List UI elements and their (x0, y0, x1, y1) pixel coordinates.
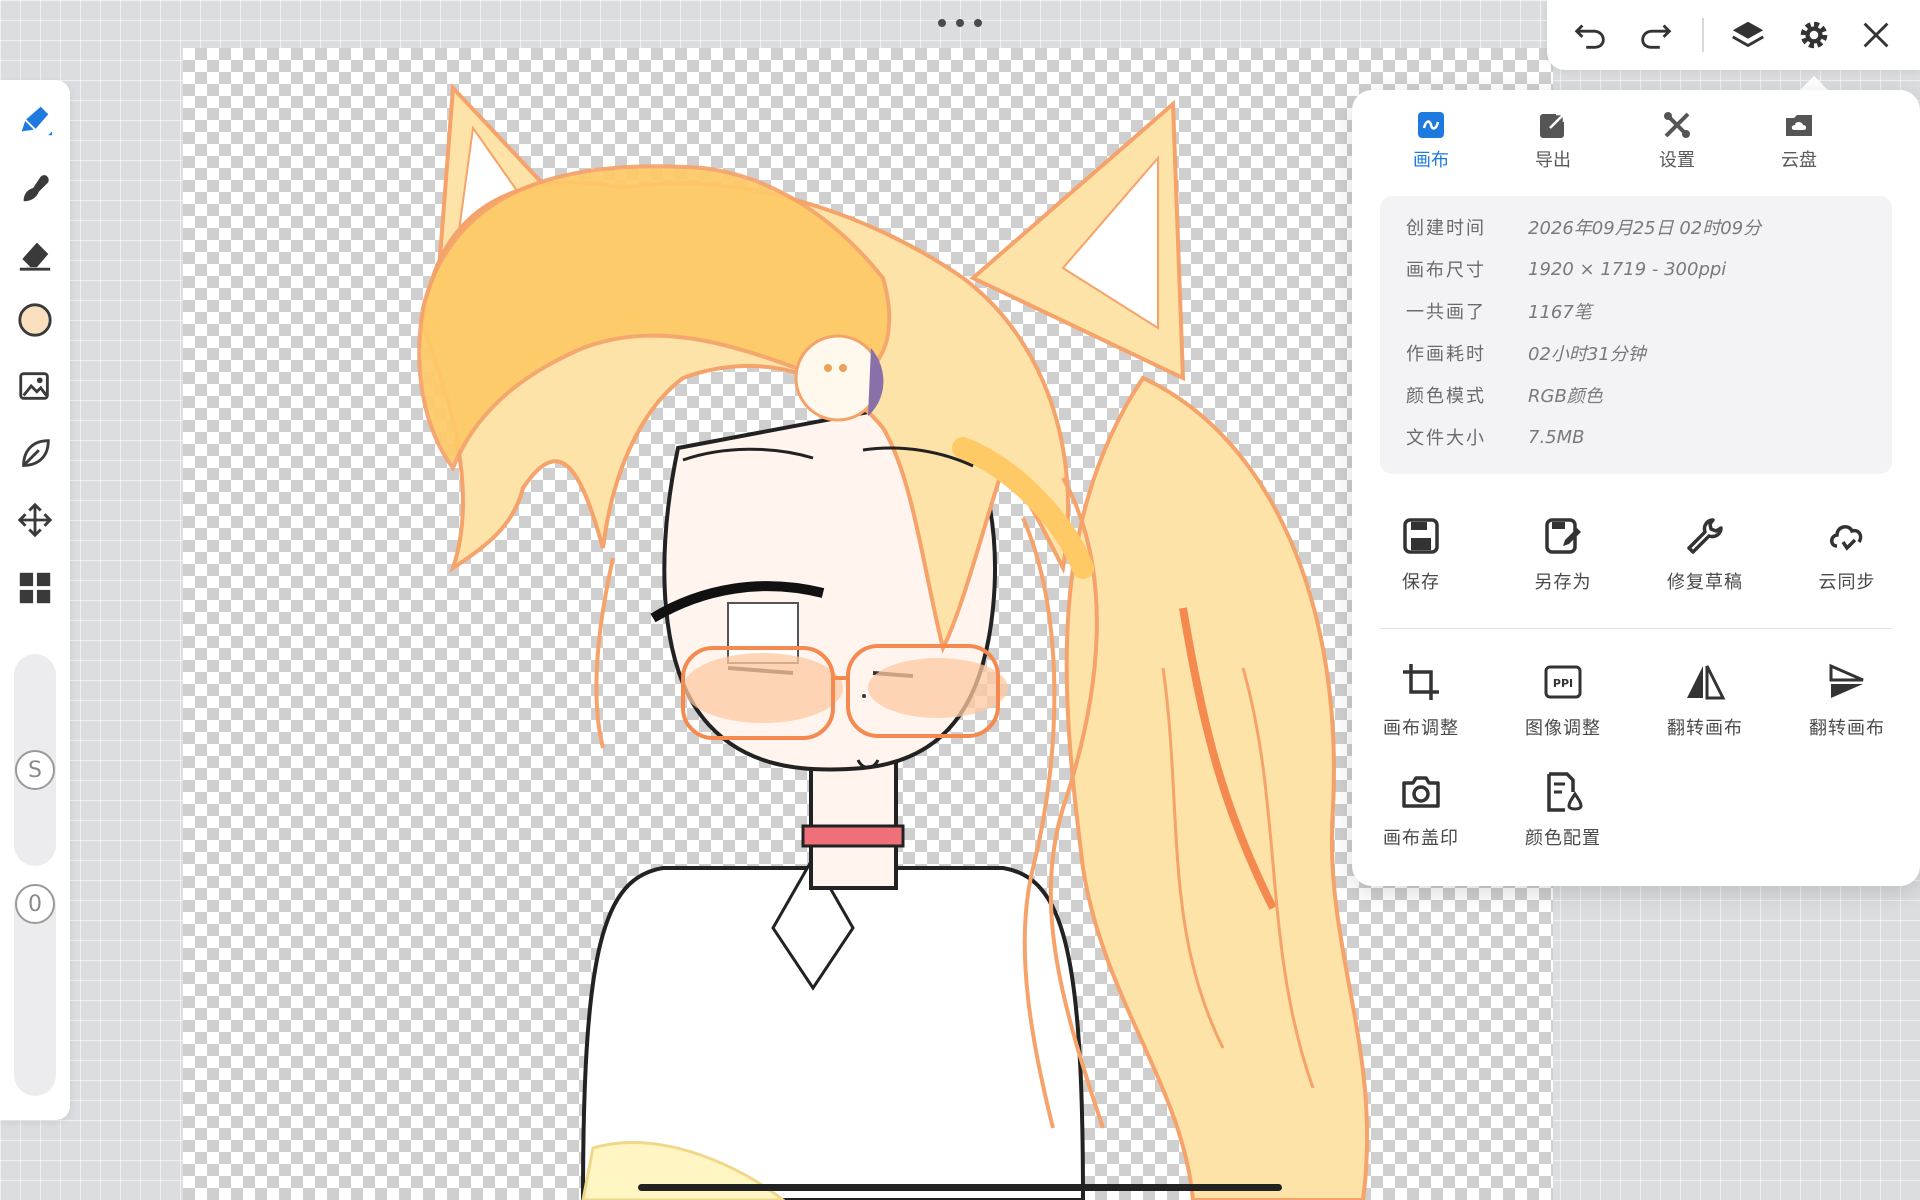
left-toolbar: S 0 (0, 80, 70, 1120)
info-row-size: 画布尺寸 1920 × 1719 - 300ppi (1406, 258, 1727, 282)
grid-tool[interactable] (13, 566, 57, 610)
repair-draft-button[interactable]: 修复草稿 (1640, 514, 1770, 594)
info-row-created: 创建时间 2026年09月25日 02时09分 (1406, 218, 1762, 239)
cloud-folder-icon (1786, 115, 1812, 136)
canvas-adjust-button[interactable]: 画布调整 (1356, 660, 1486, 740)
save-as-icon (1545, 518, 1581, 554)
undo-button[interactable] (1567, 12, 1613, 58)
image-adjust-tool[interactable] (13, 364, 57, 408)
close-button[interactable] (1853, 12, 1899, 58)
color-swatch-icon (18, 303, 52, 337)
pen-brush-icon (21, 106, 53, 136)
settings-button[interactable] (1791, 12, 1837, 58)
crop-icon (1403, 664, 1439, 700)
undo-icon (1574, 24, 1605, 49)
move-arrows-icon (17, 502, 53, 538)
image-adjust-button[interactable]: PPI 图像调整 (1498, 660, 1628, 740)
tab-cloud[interactable]: 云盘 (1744, 108, 1854, 178)
more-dots-icon (938, 19, 946, 27)
move-tool[interactable] (13, 498, 57, 542)
color-profile-icon (1547, 772, 1583, 812)
redo-icon (1641, 24, 1672, 49)
toolbar-separator (1702, 18, 1704, 52)
flip-vertical-icon (1829, 663, 1864, 698)
color-picker[interactable] (13, 298, 57, 342)
info-row-strokes: 一共画了 1167笔 (1406, 302, 1592, 323)
layers-icon (1732, 21, 1764, 48)
canvas-stamp-button[interactable]: 画布盖印 (1356, 770, 1486, 850)
character-artwork (417, 83, 1370, 1200)
camera-icon (1402, 776, 1440, 808)
redo-button[interactable] (1633, 12, 1679, 58)
wrench-icon (1687, 518, 1723, 554)
info-row-duration: 作画耗时 02小时31分钟 (1406, 344, 1646, 365)
panel-pointer (1800, 76, 1828, 90)
cloud-sync-button[interactable]: 云同步 (1782, 514, 1912, 594)
smudge-tool[interactable] (13, 166, 57, 210)
tools-icon (1664, 112, 1690, 138)
brush-opacity-badge[interactable]: 0 (15, 884, 55, 924)
grid-tiles-icon (19, 572, 51, 604)
export-icon (1540, 112, 1566, 138)
close-icon (1863, 22, 1889, 48)
info-row-color-mode: 颜色模式 RGB颜色 (1406, 386, 1603, 407)
lasso-tool[interactable] (13, 432, 57, 476)
tab-export[interactable]: 导出 (1498, 108, 1608, 178)
top-toolbar (1547, 0, 1920, 70)
lasso-leaf-icon (22, 439, 50, 467)
gear-icon (1800, 21, 1828, 49)
layers-button[interactable] (1725, 12, 1771, 58)
eraser-icon (19, 242, 51, 271)
eraser-tool[interactable] (13, 232, 57, 276)
canvas-tab-icon (1418, 112, 1444, 138)
flip-canvas-horizontal-button[interactable]: 翻转画布 (1640, 660, 1770, 740)
save-button[interactable]: 保存 (1356, 514, 1486, 594)
save-as-button[interactable]: 另存为 (1498, 514, 1628, 594)
flip-canvas-vertical-button[interactable]: 翻转画布 (1782, 660, 1912, 740)
more-options-button[interactable] (938, 14, 982, 32)
tab-settings[interactable]: 设置 (1622, 108, 1732, 178)
cloud-sync-icon (1830, 525, 1863, 551)
save-icon (1403, 518, 1439, 554)
canvas-info-box: 创建时间 2026年09月25日 02时09分 画布尺寸 1920 × 1719… (1380, 196, 1892, 474)
tab-canvas[interactable]: 画布 (1376, 108, 1486, 178)
flip-horizontal-icon (1687, 665, 1726, 700)
drawing-canvas[interactable] (183, 48, 1553, 1200)
panel-divider (1380, 628, 1892, 629)
brush-tool[interactable] (13, 98, 57, 142)
color-profile-button[interactable]: 颜色配置 (1498, 770, 1628, 850)
image-adjust-icon (19, 372, 49, 400)
brush-size-badge[interactable]: S (15, 750, 55, 790)
svg-text:PPI: PPI (1553, 677, 1573, 690)
home-indicator[interactable] (638, 1184, 1282, 1191)
canvas-info-panel: 画布 导出 设置 云盘 创建时间 2026年09月25日 02时09分 画布尺寸 (1352, 90, 1920, 886)
info-row-file-size: 文件大小 7.5MB (1406, 426, 1585, 450)
ppi-icon: PPI (1544, 665, 1582, 699)
smudge-icon (23, 175, 49, 202)
